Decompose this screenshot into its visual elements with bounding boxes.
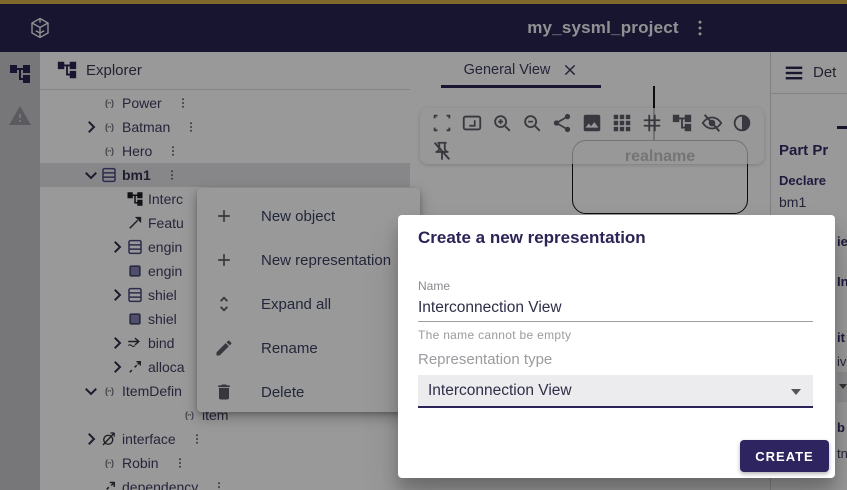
representation-type-label: Representation type xyxy=(418,351,552,368)
name-field-label: Name xyxy=(418,279,450,293)
representation-type-select[interactable]: Interconnection View xyxy=(418,375,813,408)
name-helper-text: The name cannot be empty xyxy=(418,328,571,342)
name-input[interactable] xyxy=(418,295,813,322)
select-dropdown-arrow-icon xyxy=(791,389,801,395)
app-screen: my_sysml_project Explorer (··)Power(··)B… xyxy=(0,0,847,490)
create-representation-dialog: Create a new representation Name The nam… xyxy=(398,215,835,478)
create-button[interactable]: CREATE xyxy=(740,440,829,472)
dialog-title: Create a new representation xyxy=(418,228,646,248)
representation-type-value: Interconnection View xyxy=(428,382,572,400)
